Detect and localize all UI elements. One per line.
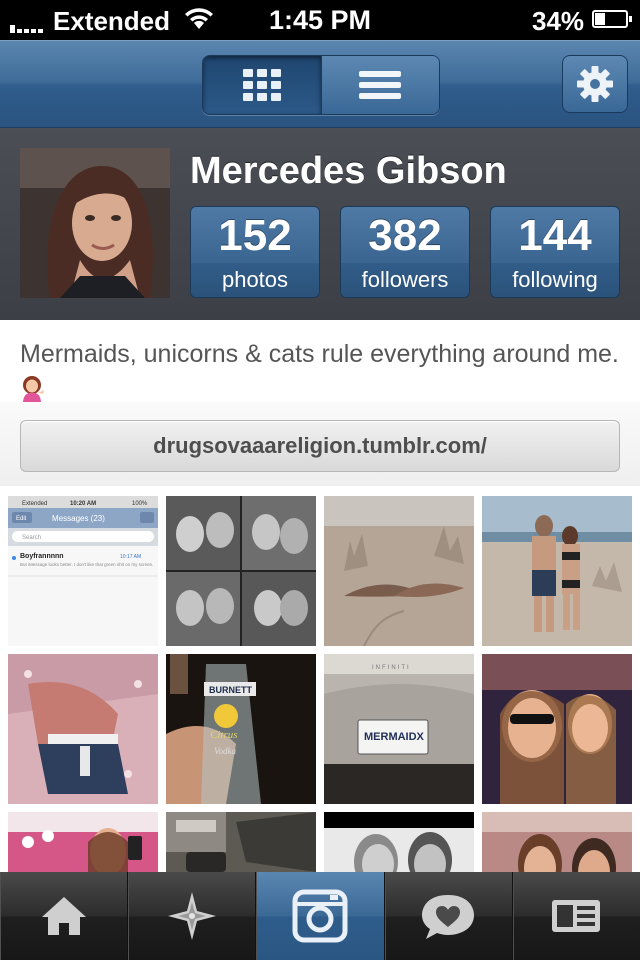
photo-booth-collage: [166, 496, 316, 646]
two-girls-selfie-photo: [482, 812, 632, 872]
settings-button[interactable]: [562, 55, 628, 113]
thumb-edit: Edit: [16, 516, 27, 522]
photo-thumbnail[interactable]: [166, 496, 316, 646]
photo-thumbnail[interactable]: [166, 812, 316, 872]
grid-view-button[interactable]: [203, 56, 322, 114]
profile-icon: [552, 900, 601, 932]
photo-thumbnail[interactable]: [482, 496, 632, 646]
photos-stat[interactable]: 152 photos: [190, 206, 320, 298]
car-selfie-photo: [482, 654, 632, 804]
beach-sandcastle-photo: [324, 496, 474, 646]
thumb-time: 10:20 AM: [70, 501, 96, 507]
photo-thumbnail[interactable]: Extended 10:20 AM 100% Edit Messages (23…: [8, 496, 158, 646]
photo-thumbnail[interactable]: BURNETT Citrus Vodka: [166, 654, 316, 804]
followers-stat[interactable]: 382 followers: [340, 206, 470, 298]
bio: Mermaids, unicorns & cats rule everythin…: [20, 336, 620, 408]
stat-value: 382: [341, 207, 469, 263]
grid-icon: [242, 69, 281, 101]
nav-bar: [0, 40, 640, 128]
home-icon: [41, 897, 86, 935]
view-toggle: [202, 55, 440, 115]
bottle-brand: BURNETT: [209, 685, 252, 695]
battery-percent: 34%: [532, 6, 585, 36]
thumb-title: Messages (23): [52, 514, 105, 523]
tab-bar: [0, 872, 640, 960]
messages-screenshot: Extended 10:20 AM 100% Edit Messages (23…: [8, 496, 158, 646]
gear-icon: [577, 66, 613, 102]
thumb-search: Search: [22, 535, 41, 541]
bottle-type: Vodka: [214, 746, 236, 756]
photo-thumbnail[interactable]: [482, 812, 632, 872]
car-interior-photo: [166, 812, 316, 872]
thumb-battery: 100%: [132, 501, 148, 507]
following-stat[interactable]: 144 following: [490, 206, 620, 298]
tab-camera[interactable]: [256, 872, 385, 960]
black-white-selfie-photo: [324, 812, 474, 872]
photo-thumbnail[interactable]: [8, 812, 158, 872]
photo-thumbnail[interactable]: INFINITI MERMAIDX: [324, 654, 474, 804]
selfie-pink-photo: [8, 654, 158, 804]
photo-thumbnail[interactable]: [482, 654, 632, 804]
car-license-plate-photo: INFINITI MERMAIDX: [324, 654, 474, 804]
mirror-selfie-photo: [8, 812, 158, 872]
vodka-bottle-photo: BURNETT Citrus Vodka: [166, 654, 316, 804]
profile-name: Mercedes Gibson: [190, 150, 507, 192]
photo-thumbnail[interactable]: [324, 496, 474, 646]
avatar-photo: [20, 148, 170, 298]
stat-value: 144: [491, 207, 619, 263]
car-brand: INFINITI: [372, 665, 411, 671]
website-link[interactable]: drugsovaaareligion.tumblr.com/: [20, 420, 620, 472]
battery-icon: [592, 10, 632, 28]
tab-activity[interactable]: [385, 872, 513, 960]
bio-text: Mermaids, unicorns & cats rule everythin…: [20, 340, 619, 368]
stat-value: 152: [191, 207, 319, 263]
tab-profile[interactable]: [513, 872, 640, 960]
photo-grid: Extended 10:20 AM 100% Edit Messages (23…: [0, 488, 640, 872]
photo-thumbnail[interactable]: [8, 654, 158, 804]
bottle-flavor: Citrus: [210, 729, 238, 741]
thumb-preview: But iMessage looks better. I don't like …: [20, 562, 153, 567]
stat-label: followers: [341, 263, 469, 297]
thumb-contact-time: 10:17 AM: [120, 554, 141, 560]
stat-label: following: [491, 263, 619, 297]
explore-icon: [167, 892, 216, 940]
license-plate: MERMAIDX: [364, 731, 425, 743]
information-desk-person-emoji-icon: [23, 376, 44, 402]
status-bar: Extended 1:45 PM 34%: [0, 0, 640, 40]
profile-header: Mercedes Gibson 152 photos 382 followers…: [0, 128, 640, 320]
thumb-carrier: Extended: [22, 501, 47, 507]
camera-icon: [292, 889, 348, 943]
list-icon: [359, 66, 402, 104]
stat-label: photos: [191, 263, 319, 297]
avatar[interactable]: [20, 148, 170, 298]
website-area: drugsovaaareligion.tumblr.com/: [0, 402, 640, 486]
tab-home[interactable]: [0, 872, 129, 960]
thumb-contact: Boyfrannnnn: [20, 553, 64, 560]
activity-icon: [422, 895, 475, 939]
tab-explore[interactable]: [128, 872, 257, 960]
beach-couple-photo: [482, 496, 632, 646]
photo-thumbnail[interactable]: [324, 812, 474, 872]
list-view-button[interactable]: [321, 56, 439, 114]
